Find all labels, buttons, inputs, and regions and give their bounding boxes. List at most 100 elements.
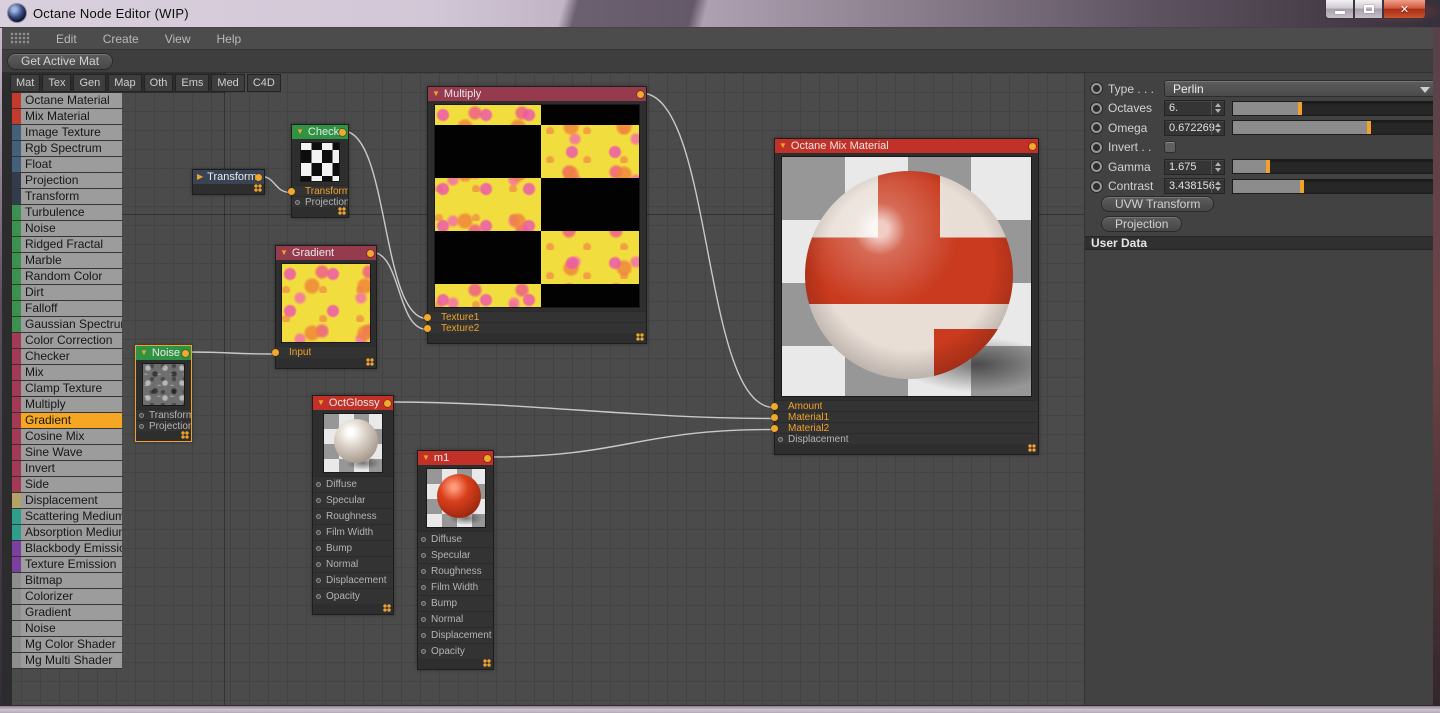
input-port-displacement[interactable]: Displacement xyxy=(775,433,1038,445)
input-port-transform[interactable]: Transform xyxy=(288,185,348,197)
palette-item-turbulence[interactable]: Turbulence xyxy=(12,205,122,221)
collapse-expand-icon[interactable]: ▶ xyxy=(197,173,203,181)
animation-dot-contrast[interactable] xyxy=(1091,180,1102,192)
get-active-mat-button[interactable]: Get Active Mat xyxy=(7,52,114,70)
resize-grip[interactable] xyxy=(338,207,346,215)
output-port[interactable] xyxy=(255,173,262,181)
title-bar[interactable]: Octane Node Editor (WIP) ✕ xyxy=(0,0,1440,28)
node-graph-canvas[interactable]: ▶ Transform ▼ Checks Transform Projection ▼ Gra… xyxy=(2,73,1084,705)
param-value-omega[interactable]: 0.672269 xyxy=(1164,119,1225,136)
input-port-material1[interactable]: Material1 xyxy=(771,411,1038,423)
node-m1[interactable]: ▼ m1 Diffuse Specular Roughness Film Width Bum… xyxy=(417,450,494,670)
palette-item-gradient[interactable]: Gradient xyxy=(12,605,122,621)
palette-item-multiply[interactable]: Multiply xyxy=(12,397,122,413)
node-header-octglossy[interactable]: ▼ OctGlossy xyxy=(313,396,393,410)
close-button[interactable]: ✕ xyxy=(1383,0,1426,19)
param-value-octaves[interactable]: 6. xyxy=(1164,100,1225,116)
node-header-octanemix[interactable]: ▼ Octane Mix Material xyxy=(775,139,1038,153)
output-port[interactable] xyxy=(637,90,644,98)
resize-grip[interactable] xyxy=(254,184,262,192)
palette-item-ridged-fractal[interactable]: Ridged Fractal xyxy=(12,237,122,253)
input-port-texture1[interactable]: Texture1 xyxy=(424,311,646,323)
param-dropdown-type[interactable]: Perlin xyxy=(1164,80,1438,97)
palette-item-absorption-medium[interactable]: Absorption Medium xyxy=(12,525,122,541)
spinner-down-icon[interactable] xyxy=(1215,128,1221,133)
menu-item-edit[interactable]: Edit xyxy=(56,32,77,46)
input-port-opacity[interactable]: Opacity xyxy=(313,588,393,604)
palette-item-marble[interactable]: Marble xyxy=(12,253,122,269)
input-port-film-width[interactable]: Film Width xyxy=(418,579,493,595)
palette-item-noise[interactable]: Noise xyxy=(12,621,122,637)
animation-dot-octaves[interactable] xyxy=(1091,102,1102,114)
wire-gradient-to-multiply[interactable] xyxy=(370,251,428,331)
spinner-down-icon[interactable] xyxy=(1215,167,1221,172)
node-header-gradient[interactable]: ▼ Gradient xyxy=(276,246,376,260)
palette-item-mix[interactable]: Mix xyxy=(12,365,122,381)
minimize-button[interactable] xyxy=(1325,0,1354,19)
inspector-button-projection[interactable]: Projection xyxy=(1101,215,1183,232)
input-port-diffuse[interactable]: Diffuse xyxy=(313,476,393,492)
slider-handle[interactable] xyxy=(1297,101,1302,115)
param-value-contrast[interactable]: 3.438156 xyxy=(1164,178,1225,194)
palette-item-scattering-medium[interactable]: Scattering Medium xyxy=(12,509,122,525)
spinner-arrows-icon[interactable] xyxy=(1211,101,1224,115)
input-port-film-width[interactable]: Film Width xyxy=(313,524,393,540)
node-transform[interactable]: ▶ Transform xyxy=(192,169,265,195)
palette-item-invert[interactable]: Invert xyxy=(12,461,122,477)
output-port[interactable] xyxy=(384,399,391,407)
resize-grip[interactable] xyxy=(636,333,644,341)
input-port-material2[interactable]: Material2 xyxy=(771,422,1038,434)
resize-grip[interactable] xyxy=(483,659,491,667)
tab-c4d[interactable]: C4D xyxy=(246,74,281,92)
node-header-m1[interactable]: ▼ m1 xyxy=(418,451,493,465)
param-slider-contrast[interactable] xyxy=(1232,178,1437,194)
input-port-displacement[interactable]: Displacement xyxy=(418,627,493,643)
param-slider-octaves[interactable] xyxy=(1232,100,1437,116)
palette-item-texture-emission[interactable]: Texture Emission xyxy=(12,557,122,573)
node-octglossy[interactable]: ▼ OctGlossy Diffuse Specular Roughness Film W… xyxy=(312,395,394,615)
palette-item-gradient[interactable]: Gradient xyxy=(12,413,122,429)
palette-item-checker[interactable]: Checker xyxy=(12,349,122,365)
param-slider-gamma[interactable] xyxy=(1232,159,1437,174)
resize-grip[interactable] xyxy=(181,431,189,439)
input-port-roughness[interactable]: Roughness xyxy=(418,563,493,579)
input-port-normal[interactable]: Normal xyxy=(313,556,393,572)
node-gradient[interactable]: ▼ Gradient Input xyxy=(272,245,377,369)
slider-handle[interactable] xyxy=(1367,121,1371,134)
collapse-icon[interactable]: ▼ xyxy=(422,454,430,462)
resize-grip[interactable] xyxy=(366,358,374,366)
param-slider-omega[interactable] xyxy=(1232,120,1437,135)
animation-dot-gamma[interactable] xyxy=(1091,161,1102,172)
node-header-checks[interactable]: ▼ Checks xyxy=(292,125,348,139)
spinner-up-icon[interactable] xyxy=(1215,161,1221,166)
maximize-button[interactable] xyxy=(1354,0,1383,19)
node-header-transform[interactable]: ▶ Transform xyxy=(193,170,264,184)
wire-noise-to-gradient[interactable] xyxy=(185,351,276,355)
output-port[interactable] xyxy=(367,249,374,257)
grip-icon[interactable] xyxy=(10,32,30,45)
node-octanemix[interactable]: ▼ Octane Mix Material Amount Material1 Mater… xyxy=(771,138,1039,455)
input-port-amount[interactable]: Amount xyxy=(771,400,1038,412)
palette-item-gaussian-spectrum[interactable]: Gaussian Spectrum xyxy=(12,317,122,333)
wire-octglossy-to-octanemix[interactable] xyxy=(387,401,775,420)
input-port-normal[interactable]: Normal xyxy=(418,611,493,627)
output-port[interactable] xyxy=(484,454,491,462)
slider-handle[interactable] xyxy=(1300,179,1305,193)
spinner-arrows-icon[interactable] xyxy=(1211,179,1224,193)
input-port-specular[interactable]: Specular xyxy=(418,547,493,563)
collapse-icon[interactable]: ▼ xyxy=(779,142,787,150)
palette-item-float[interactable]: Float xyxy=(12,157,122,173)
collapse-icon[interactable]: ▼ xyxy=(280,249,288,257)
node-header-multiply[interactable]: ▼ Multiply xyxy=(428,87,646,101)
slider-handle[interactable] xyxy=(1265,160,1270,173)
palette-item-cosine-mix[interactable]: Cosine Mix xyxy=(12,429,122,445)
collapse-icon[interactable]: ▼ xyxy=(140,349,148,357)
menu-item-create[interactable]: Create xyxy=(103,32,139,46)
input-port-bump[interactable]: Bump xyxy=(418,595,493,611)
param-value-gamma[interactable]: 1.675 xyxy=(1164,158,1225,175)
palette-item-falloff[interactable]: Falloff xyxy=(12,301,122,317)
input-port-input[interactable]: Input xyxy=(272,346,376,358)
menu-item-view[interactable]: View xyxy=(165,32,191,46)
input-port-opacity[interactable]: Opacity xyxy=(418,643,493,659)
node-checks[interactable]: ▼ Checks Transform Projection xyxy=(288,124,349,218)
